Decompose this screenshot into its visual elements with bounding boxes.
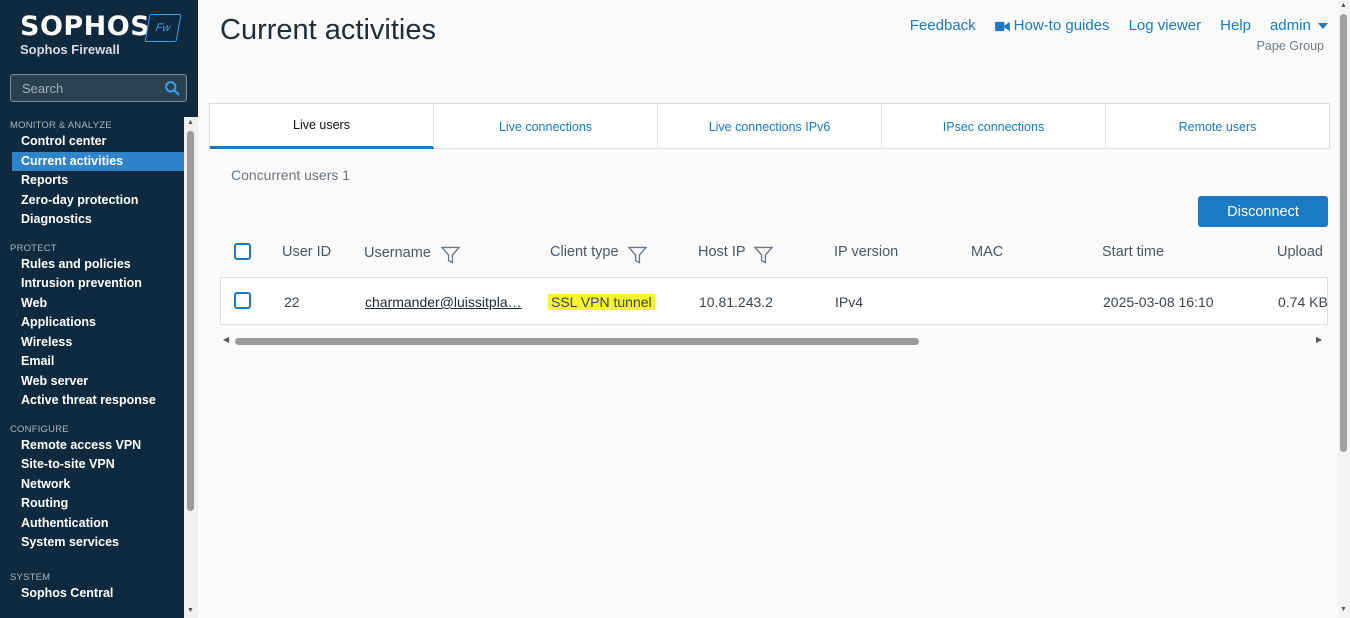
how-to-guides-label: How-to guides	[1013, 17, 1110, 34]
tab-ipsec-connections[interactable]: IPsec connections	[882, 104, 1106, 149]
host-ip-filter-icon[interactable]	[754, 246, 773, 264]
sidebar-item-system-services[interactable]: System services	[0, 533, 184, 553]
select-all-checkbox[interactable]	[234, 243, 251, 260]
nav-section-configure: CONFIGURE	[10, 423, 69, 435]
sidebar-item-current-activities[interactable]: Current activities	[12, 151, 184, 171]
column-client-type[interactable]: Client type	[550, 244, 619, 260]
caret-down-icon	[1318, 23, 1328, 30]
cell-ip-version: IPv4	[835, 294, 864, 310]
sidebar-scrollbar[interactable]: ▲ ▼	[184, 117, 198, 618]
admin-menu[interactable]: admin	[1270, 17, 1328, 34]
sophos-logo: SOPHOS	[20, 11, 151, 42]
page-scroll-thumb[interactable]	[1340, 14, 1347, 452]
sidebar-item-intrusion-prevention[interactable]: Intrusion prevention	[0, 274, 184, 294]
search-icon[interactable]	[164, 80, 181, 97]
cell-username-link[interactable]: charmander@luissitpla…	[365, 294, 522, 310]
sidebar-search[interactable]	[10, 74, 187, 102]
sidebar-item-web-server[interactable]: Web server	[0, 372, 184, 392]
nav-section-monitor: MONITOR & ANALYZE	[10, 120, 112, 131]
nav-section-protect: PROTECT	[10, 242, 57, 254]
nav-section-system: SYSTEM	[10, 571, 51, 583]
sidebar-item-applications[interactable]: Applications	[0, 313, 184, 333]
column-user-id[interactable]: User ID	[282, 244, 331, 260]
admin-label: admin	[1269, 17, 1311, 34]
sidebar-item-network[interactable]: Network	[0, 475, 184, 495]
sidebar-item-authentication[interactable]: Authentication	[0, 514, 184, 534]
page-scroll-down-arrow-icon[interactable]: ▼	[1340, 606, 1347, 613]
sidebar-item-wireless[interactable]: Wireless	[0, 333, 184, 353]
concurrent-users-count: Concurrent users 1	[231, 167, 351, 183]
sidebar-item-remote-access-vpn[interactable]: Remote access VPN	[0, 436, 184, 456]
cell-upload: 0.74 KB	[1278, 294, 1328, 310]
sidebar-nav: MONITOR & ANALYZE Control center Current…	[0, 117, 184, 603]
fw-badge-icon: Fw	[144, 14, 182, 42]
cell-client-type: SSL VPN tunnel	[548, 294, 655, 310]
table-row[interactable]: 22 charmander@luissitpla… SSL VPN tunnel…	[220, 277, 1328, 325]
scroll-down-arrow-icon[interactable]: ▼	[187, 607, 194, 614]
tab-live-connections-ipv6[interactable]: Live connections IPv6	[658, 104, 882, 149]
row-checkbox[interactable]	[234, 292, 251, 309]
top-links: Feedback How-to guides Log viewer Help a…	[910, 17, 1328, 34]
organization-name: Pape Group	[1256, 39, 1324, 53]
sidebar-item-site-to-site-vpn[interactable]: Site-to-site VPN	[0, 455, 184, 475]
help-link[interactable]: Help	[1220, 17, 1251, 34]
column-upload[interactable]: Upload	[1277, 244, 1323, 260]
disconnect-button[interactable]: Disconnect	[1198, 196, 1328, 227]
tab-bar: Live users Live connections Live connect…	[209, 103, 1330, 149]
sidebar-scroll-thumb[interactable]	[187, 131, 194, 511]
scroll-up-arrow-icon[interactable]: ▲	[187, 119, 194, 126]
table-horizontal-scrollbar[interactable]: ◀ ▶	[220, 333, 1328, 349]
search-input[interactable]	[22, 80, 162, 96]
sidebar-item-sophos-central[interactable]: Sophos Central	[0, 584, 184, 604]
table-header: User ID Username Client type Host IP IP …	[220, 236, 1328, 276]
sidebar: SOPHOS Sophos Firewall Fw MONITOR & ANAL…	[0, 0, 198, 618]
sidebar-item-diagnostics[interactable]: Diagnostics	[0, 210, 184, 230]
sidebar-item-reports[interactable]: Reports	[0, 171, 184, 191]
cell-user-id: 22	[284, 294, 300, 310]
video-camera-icon	[994, 21, 1010, 31]
sidebar-item-web[interactable]: Web	[0, 294, 184, 314]
sidebar-item-active-threat-response[interactable]: Active threat response	[0, 391, 184, 411]
scroll-left-arrow-icon[interactable]: ◀	[223, 335, 229, 344]
page-vertical-scrollbar[interactable]: ▲ ▼	[1338, 0, 1350, 618]
sidebar-item-routing[interactable]: Routing	[0, 494, 184, 514]
tab-remote-users[interactable]: Remote users	[1106, 104, 1329, 149]
log-viewer-link[interactable]: Log viewer	[1129, 17, 1202, 34]
scroll-right-arrow-icon[interactable]: ▶	[1316, 335, 1322, 344]
product-name: Sophos Firewall	[20, 42, 120, 57]
cell-start-time: 2025-03-08 16:10	[1103, 294, 1214, 310]
page-title: Current activities	[220, 14, 436, 46]
tab-live-connections[interactable]: Live connections	[434, 104, 658, 149]
client-type-highlight: SSL VPN tunnel	[548, 294, 655, 310]
sidebar-item-rules-and-policies[interactable]: Rules and policies	[0, 255, 184, 275]
page-scroll-up-arrow-icon[interactable]: ▲	[1340, 2, 1347, 9]
tab-live-users[interactable]: Live users	[210, 104, 434, 149]
column-host-ip[interactable]: Host IP	[698, 244, 746, 260]
how-to-guides-link[interactable]: How-to guides	[994, 17, 1110, 34]
brand[interactable]: SOPHOS Sophos Firewall	[20, 11, 151, 58]
column-mac[interactable]: MAC	[971, 244, 1003, 260]
horizontal-scroll-thumb[interactable]	[235, 338, 919, 345]
username-filter-icon[interactable]	[441, 246, 460, 264]
sidebar-item-control-center[interactable]: Control center	[0, 132, 184, 152]
column-username[interactable]: Username	[364, 245, 431, 261]
column-ip-version[interactable]: IP version	[834, 244, 898, 260]
column-start-time[interactable]: Start time	[1102, 244, 1164, 260]
sidebar-item-email[interactable]: Email	[0, 352, 184, 372]
client-type-filter-icon[interactable]	[628, 246, 647, 264]
cell-host-ip: 10.81.243.2	[699, 294, 773, 310]
feedback-link[interactable]: Feedback	[910, 17, 976, 34]
sidebar-item-zero-day-protection[interactable]: Zero-day protection	[0, 191, 184, 211]
